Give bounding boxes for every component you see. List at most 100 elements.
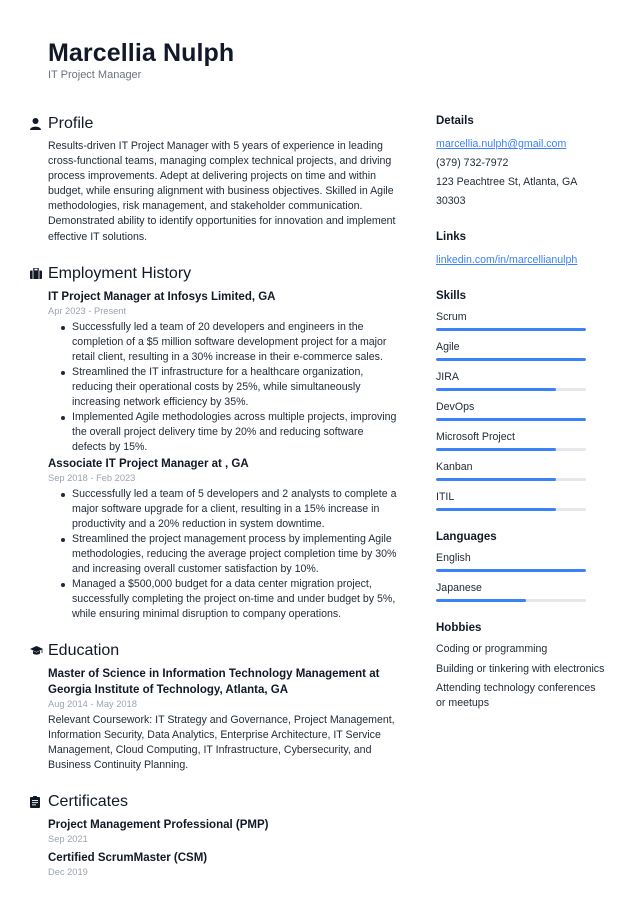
- job-bullet: Managed a $500,000 budget for a data cen…: [60, 577, 400, 622]
- skill-level-fill: [436, 358, 586, 361]
- skill-item: Agile: [436, 340, 606, 361]
- email-link[interactable]: marcellia.nulph@gmail.com: [436, 138, 566, 150]
- profile-header: Profile: [30, 113, 400, 135]
- graduation-cap-icon: [30, 644, 48, 658]
- address: 123 Peachtree St, Atlanta, GA 30303: [436, 176, 577, 207]
- languages-heading: Languages: [436, 531, 497, 543]
- skills-heading: Skills: [436, 290, 467, 302]
- skill-level-bar: [436, 448, 586, 451]
- skill-level-bar: [436, 388, 586, 391]
- language-name: English: [436, 552, 471, 564]
- language-item: English: [436, 551, 606, 572]
- job-bullet: Successfully led a team of 20 developers…: [60, 320, 400, 365]
- details-heading: Details: [436, 115, 474, 127]
- skill-level-bar: [436, 358, 586, 361]
- skill-name: DevOps: [436, 401, 475, 413]
- sidebar-column: Details marcellia.nulph@gmail.com (379) …: [436, 113, 606, 728]
- skill-item: Microsoft Project: [436, 430, 606, 451]
- job-dates: Apr 2023 - Present: [48, 305, 127, 316]
- skill-level-fill: [436, 388, 556, 391]
- job-bullet: Successfully led a team of 5 developers …: [60, 487, 400, 532]
- job-entry: Associate IT Project Manager at , GA Sep…: [48, 456, 400, 622]
- skill-name: ITIL: [436, 491, 455, 503]
- hobby-item: Building or tinkering with electronics: [436, 662, 605, 675]
- employment-section: Employment History IT Project Manager at…: [30, 263, 400, 622]
- candidate-name: Marcellia Nulph: [48, 39, 235, 67]
- skill-name: Kanban: [436, 461, 473, 473]
- degree-title: Master of Science in Information Technol…: [48, 667, 380, 696]
- details-section: Details marcellia.nulph@gmail.com (379) …: [436, 113, 606, 211]
- profile-summary: Results-driven IT Project Manager with 5…: [48, 140, 396, 243]
- skills-section: Skills Scrum Agile JIRA DevOps Microsoft Pro…: [436, 288, 606, 511]
- profile-heading: Profile: [48, 115, 94, 132]
- certificate-icon: [30, 795, 48, 809]
- job-bullets: Successfully led a team of 20 developers…: [48, 320, 400, 455]
- skill-level-fill: [436, 448, 556, 451]
- job-bullet: Streamlined the project management proce…: [60, 532, 400, 577]
- skill-name: Scrum: [436, 311, 467, 323]
- employment-heading: Employment History: [48, 264, 192, 282]
- skill-item: DevOps: [436, 400, 606, 421]
- skill-level-fill: [436, 508, 556, 511]
- skills-list: Scrum Agile JIRA DevOps Microsoft Project Kan…: [436, 310, 606, 511]
- education-section: Education Master of Science in Informati…: [30, 640, 400, 773]
- certificate-name: Certified ScrumMaster (CSM): [48, 852, 208, 865]
- skill-name: Agile: [436, 341, 460, 353]
- skill-level-bar: [436, 418, 586, 421]
- hobby-item: Coding or programming: [436, 643, 548, 655]
- languages-list: English Japanese: [436, 551, 606, 602]
- person-icon: [30, 117, 48, 131]
- education-header: Education: [30, 640, 400, 662]
- skill-level-bar: [436, 478, 586, 481]
- skill-level-fill: [436, 478, 556, 481]
- education-heading: Education: [48, 641, 120, 659]
- skill-level-bar: [436, 328, 586, 331]
- phone-number: (379) 732-7972: [436, 157, 509, 169]
- briefcase-icon: [30, 267, 48, 281]
- linkedin-link[interactable]: linkedin.com/in/marcellianulph: [436, 254, 577, 266]
- job-title: IT Project Manager at Infosys Limited, G…: [48, 290, 276, 303]
- job-bullets: Successfully led a team of 5 developers …: [48, 487, 400, 622]
- skill-level-fill: [436, 418, 586, 421]
- links-heading: Links: [436, 231, 467, 243]
- candidate-title: IT Project Manager: [48, 69, 142, 81]
- language-name: Japanese: [436, 582, 482, 594]
- links-section: Links linkedin.com/in/marcellianulph: [436, 229, 606, 270]
- certificate-entry: Certified ScrumMaster (CSM) Dec 2019: [48, 850, 400, 879]
- education-coursework: Relevant Coursework: IT Strategy and Gov…: [48, 713, 395, 771]
- language-level-fill: [436, 569, 586, 572]
- hobbies-section: Hobbies Coding or programming Building or…: [436, 620, 606, 710]
- language-level-bar: [436, 599, 586, 602]
- skill-level-bar: [436, 508, 586, 511]
- job-bullet: Streamlined the IT infrastructure for a …: [60, 365, 400, 410]
- skill-item: Kanban: [436, 460, 606, 481]
- skill-name: Microsoft Project: [436, 431, 515, 443]
- certificate-entry: Project Management Professional (PMP) Se…: [48, 817, 400, 846]
- profile-section: Profile Results-driven IT Project Manage…: [30, 113, 400, 245]
- resume-header: Marcellia Nulph IT Project Manager: [48, 38, 234, 81]
- employment-header: Employment History: [30, 263, 400, 285]
- job-entry: IT Project Manager at Infosys Limited, G…: [48, 289, 400, 455]
- hobbies-heading: Hobbies: [436, 622, 482, 634]
- job-dates: Sep 2018 - Feb 2023: [48, 472, 136, 483]
- skill-item: ITIL: [436, 490, 606, 511]
- main-column: Profile Results-driven IT Project Manage…: [30, 113, 400, 897]
- certificate-name: Project Management Professional (PMP): [48, 819, 269, 832]
- resume-page: Marcellia Nulph IT Project Manager Profi…: [0, 0, 640, 905]
- skill-name: JIRA: [436, 371, 459, 383]
- education-dates: Aug 2014 - May 2018: [48, 698, 137, 709]
- hobbies-list: Coding or programming Building or tinkeri…: [436, 642, 606, 710]
- certificates-heading: Certificates: [48, 793, 129, 811]
- language-item: Japanese: [436, 581, 606, 602]
- skill-item: Scrum: [436, 310, 606, 331]
- certificate-date: Dec 2019: [48, 867, 88, 878]
- languages-section: Languages English Japanese: [436, 529, 606, 602]
- skill-level-fill: [436, 328, 586, 331]
- job-title: Associate IT Project Manager at , GA: [48, 457, 249, 470]
- language-level-fill: [436, 599, 526, 602]
- hobby-item: Attending technology conferences or meet…: [436, 682, 596, 709]
- certificates-header: Certificates: [30, 791, 400, 813]
- certificates-section: Certificates Project Management Professi…: [30, 791, 400, 879]
- skill-item: JIRA: [436, 370, 606, 391]
- job-bullet: Implemented Agile methodologies across m…: [60, 410, 400, 455]
